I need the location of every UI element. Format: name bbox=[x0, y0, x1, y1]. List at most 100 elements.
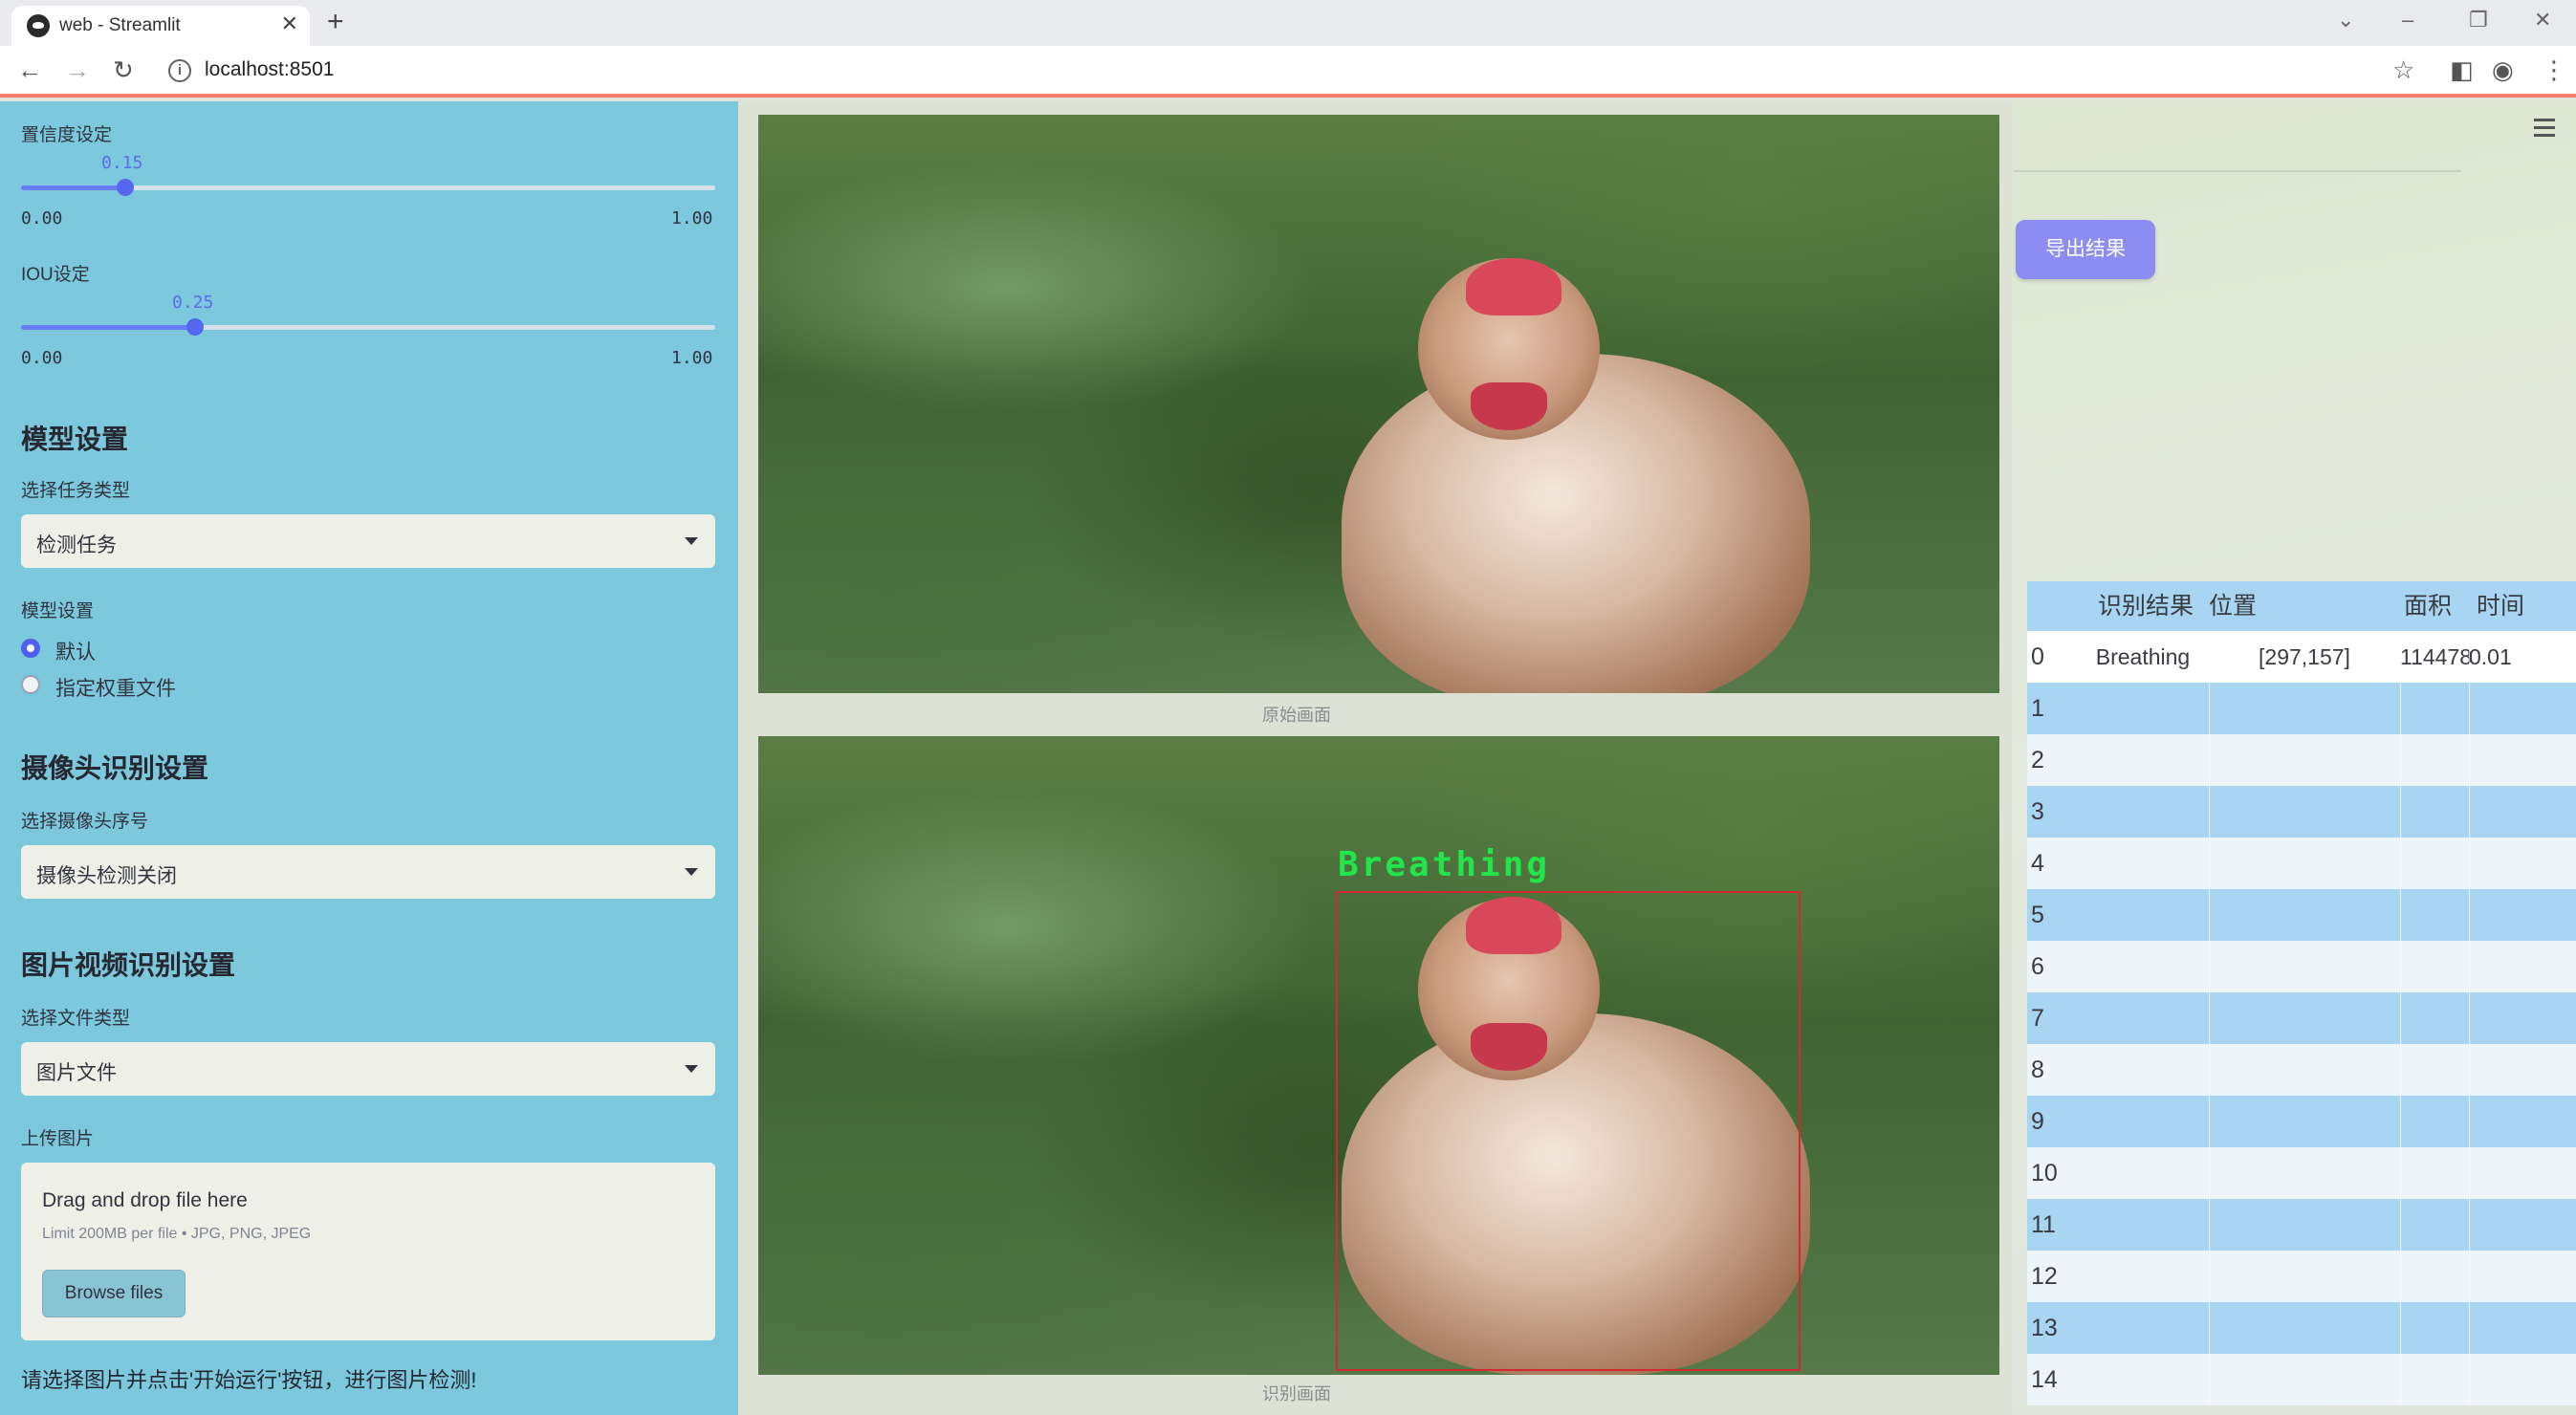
table-cell-position bbox=[2209, 1044, 2400, 1096]
radio-button[interactable] bbox=[21, 639, 40, 658]
iou-value: 0.25 bbox=[172, 293, 214, 313]
table-row[interactable]: 9 bbox=[2027, 1096, 2576, 1147]
table-cell-index: 10 bbox=[2031, 1160, 2058, 1186]
file-type-select[interactable]: 图片文件 bbox=[21, 1042, 715, 1096]
restore-window-icon[interactable]: ❐ bbox=[2469, 8, 2488, 33]
table-cell-result bbox=[2077, 1044, 2209, 1096]
back-arrow-icon[interactable]: ← bbox=[17, 55, 42, 85]
dropzone-title: Drag and drop file here bbox=[42, 1189, 248, 1211]
table-header-index bbox=[2031, 581, 2073, 631]
task-type-select[interactable]: 检测任务 bbox=[21, 514, 715, 568]
confidence-slider-thumb[interactable] bbox=[116, 179, 134, 196]
url-field[interactable]: localhost:8501 bbox=[205, 58, 334, 81]
table-cell-result bbox=[2077, 1147, 2209, 1199]
radio-custom-weights-label: 指定权重文件 bbox=[55, 678, 176, 700]
side-panel-icon[interactable]: ◧ bbox=[2450, 55, 2474, 85]
browser-menu-icon[interactable]: ⋮ bbox=[2542, 55, 2566, 85]
table-row[interactable]: 8 bbox=[2027, 1044, 2576, 1096]
chevron-down-icon bbox=[685, 868, 698, 876]
table-cell-area bbox=[2400, 1044, 2469, 1096]
table-row[interactable]: 13 bbox=[2027, 1302, 2576, 1354]
table-cell-result bbox=[2077, 992, 2209, 1044]
confidence-slider-fill bbox=[21, 185, 125, 190]
table-header-result[interactable]: 识别结果 bbox=[2077, 581, 2209, 631]
table-row[interactable]: 11 bbox=[2027, 1199, 2576, 1251]
browse-files-button[interactable]: Browse files bbox=[42, 1270, 186, 1317]
table-cell-result bbox=[2077, 786, 2209, 838]
forward-arrow-icon[interactable]: → bbox=[65, 55, 90, 85]
instruction-text: 请选择图片并点击'开始运行'按钮，进行图片检测! bbox=[21, 1368, 477, 1392]
new-tab-icon[interactable]: + bbox=[327, 6, 344, 38]
table-header-position[interactable]: 位置 bbox=[2209, 581, 2400, 631]
table-cell-position bbox=[2209, 1147, 2400, 1199]
close-tab-icon[interactable]: ✕ bbox=[281, 11, 298, 36]
close-window-icon[interactable]: ✕ bbox=[2534, 8, 2551, 33]
table-cell-result: Breathing bbox=[2095, 644, 2191, 669]
upload-label: 上传图片 bbox=[21, 1129, 95, 1149]
model-setting-label: 模型设置 bbox=[21, 601, 95, 621]
file-type-value: 图片文件 bbox=[36, 1062, 117, 1084]
tab-search-chevron-icon[interactable]: ⌄ bbox=[2337, 8, 2354, 33]
table-row[interactable]: 14 bbox=[2027, 1354, 2576, 1405]
browser-tab[interactable]: web - Streamlit ✕ bbox=[11, 6, 310, 46]
tab-title: web - Streamlit bbox=[59, 15, 181, 35]
table-cell-time bbox=[2469, 683, 2576, 734]
table-cell-position: [297,157] bbox=[2259, 644, 2350, 669]
table-row[interactable]: 4 bbox=[2027, 838, 2576, 889]
table-header-area[interactable]: 面积 bbox=[2400, 581, 2469, 631]
table-cell-result bbox=[2077, 734, 2209, 786]
table-cell-result bbox=[2077, 838, 2209, 889]
chevron-down-icon bbox=[685, 537, 698, 545]
table-cell-result bbox=[2077, 1302, 2209, 1354]
table-row[interactable]: 5 bbox=[2027, 889, 2576, 941]
table-cell-index: 5 bbox=[2031, 902, 2044, 928]
table-cell-area bbox=[2400, 786, 2469, 838]
table-header-time[interactable]: 时间 bbox=[2469, 581, 2576, 631]
divider bbox=[2014, 170, 2461, 172]
original-caption: 原始画面 bbox=[1262, 706, 1331, 725]
table-cell-result bbox=[2077, 1199, 2209, 1251]
radio-button[interactable] bbox=[21, 675, 40, 694]
site-info-icon[interactable]: i bbox=[168, 59, 191, 82]
table-cell-position bbox=[2209, 1096, 2400, 1147]
table-row[interactable]: 3 bbox=[2027, 786, 2576, 838]
table-row[interactable]: 10 bbox=[2027, 1147, 2576, 1199]
table-row[interactable]: 7 bbox=[2027, 992, 2576, 1044]
file-uploader-dropzone[interactable]: Drag and drop file here Limit 200MB per … bbox=[21, 1163, 715, 1340]
table-cell-area bbox=[2400, 1302, 2469, 1354]
camera-index-select[interactable]: 摄像头检测关闭 bbox=[21, 845, 715, 899]
chevron-down-icon bbox=[685, 1065, 698, 1073]
streamlit-favicon-icon bbox=[27, 14, 50, 37]
camera-index-value: 摄像头检测关闭 bbox=[36, 865, 177, 887]
table-row[interactable]: 0 Breathing [297,157] 114478 0.01 bbox=[2027, 631, 2576, 683]
iou-slider-thumb[interactable] bbox=[186, 318, 204, 336]
table-cell-area bbox=[2400, 1251, 2469, 1302]
table-cell-position bbox=[2209, 1354, 2400, 1405]
result-caption: 识别画面 bbox=[1262, 1384, 1331, 1404]
media-settings-header: 图片视频识别设置 bbox=[21, 950, 236, 980]
profile-avatar-icon[interactable]: ◉ bbox=[2492, 55, 2514, 85]
export-results-button[interactable]: 导出结果 bbox=[2016, 220, 2155, 279]
iou-slider[interactable] bbox=[21, 318, 715, 336]
table-cell-position bbox=[2209, 1199, 2400, 1251]
table-row[interactable]: 12 bbox=[2027, 1251, 2576, 1302]
iou-label: IOU设定 bbox=[21, 265, 90, 285]
original-image bbox=[758, 115, 1999, 693]
table-cell-area bbox=[2400, 889, 2469, 941]
table-cell-area bbox=[2400, 1199, 2469, 1251]
iou-slider-fill bbox=[21, 325, 195, 330]
table-row[interactable]: 6 bbox=[2027, 941, 2576, 992]
bookmark-star-icon[interactable]: ☆ bbox=[2392, 55, 2414, 85]
table-cell-time bbox=[2469, 1199, 2576, 1251]
table-cell-index: 11 bbox=[2031, 1211, 2056, 1238]
table-cell-position bbox=[2209, 838, 2400, 889]
sidebar: 置信度设定 0.15 0.00 1.00 IOU设定 0.25 0.00 1.0… bbox=[0, 101, 738, 1415]
confidence-slider[interactable] bbox=[21, 179, 715, 196]
minimize-window-icon[interactable]: – bbox=[2402, 8, 2413, 33]
table-row[interactable]: 2 bbox=[2027, 734, 2576, 786]
hamburger-menu-icon[interactable] bbox=[2534, 119, 2555, 142]
table-cell-position bbox=[2209, 786, 2400, 838]
reload-icon[interactable]: ↻ bbox=[113, 55, 134, 85]
table-row[interactable]: 1 bbox=[2027, 683, 2576, 734]
results-table[interactable]: 识别结果 位置 面积 时间 0 Breathing [297,157] 114478 0… bbox=[2027, 581, 2576, 1405]
